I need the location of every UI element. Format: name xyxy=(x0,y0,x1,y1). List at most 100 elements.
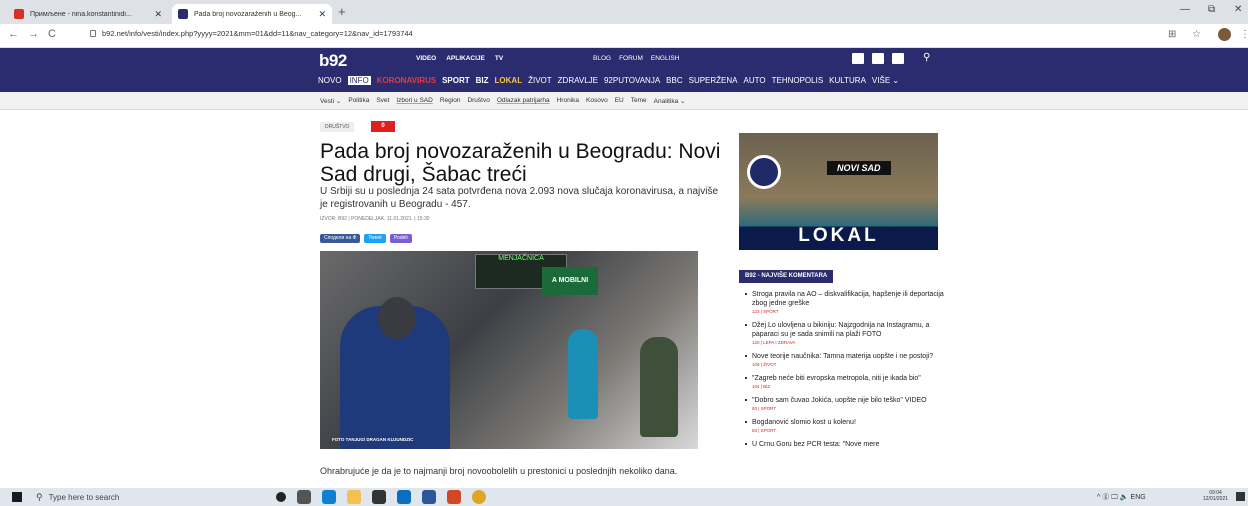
category-tag[interactable]: DRUŠTVO xyxy=(320,122,355,132)
cat-novo[interactable]: NOVO xyxy=(318,76,342,85)
cat-auto[interactable]: AUTO xyxy=(744,76,766,85)
list-item[interactable]: "Dobro sam čuvao Jokića, uopšte nije bil… xyxy=(745,396,945,411)
apps-link[interactable]: APLIKACIJE xyxy=(446,55,485,62)
cortana-icon[interactable] xyxy=(276,492,286,502)
sub-nav: Vesti ⌄ Politika Svet Izbori u SAD Regio… xyxy=(0,92,1248,110)
list-item[interactable]: U Crnu Goru bez PCR testa: "Nove mere xyxy=(745,440,945,449)
system-tray[interactable]: ^ ⓖ 🖵 🔈 ENG xyxy=(1097,492,1146,502)
close-window-button[interactable]: ✕ xyxy=(1234,4,1242,15)
taskbar-apps xyxy=(276,490,486,504)
menu-icon[interactable]: ⋮ xyxy=(1240,29,1248,40)
novi-sad-crest-icon xyxy=(747,155,781,189)
instagram-icon[interactable] xyxy=(892,53,904,64)
sub-vesti[interactable]: Vesti ⌄ xyxy=(320,97,341,105)
cat-superzena[interactable]: SUPERŽENA xyxy=(689,76,738,85)
top-links: VIDEO APLIKACIJE TV xyxy=(416,55,503,62)
b92-favicon xyxy=(178,9,188,19)
video-link[interactable]: VIDEO xyxy=(416,55,436,62)
cat-zivot[interactable]: ŽIVOT xyxy=(528,76,552,85)
most-commented-list: Stroga pravila na AO – diskvalifikacija,… xyxy=(745,290,945,456)
taskbar-clock[interactable]: 09:04 12/01/2021 xyxy=(1203,490,1228,502)
sub-odlazak-patrijarha[interactable]: Odlazak patrijarha xyxy=(497,97,550,105)
powerpoint-icon[interactable] xyxy=(447,490,461,504)
article-lead: U Srbiji su u poslednja 24 sata potvrđen… xyxy=(320,186,719,210)
tab-title: Примљене - nina.konstantinidi... xyxy=(30,10,132,18)
translate-icon[interactable]: ⊞ xyxy=(1168,29,1176,40)
search-icon: ⚲ xyxy=(36,491,43,502)
back-button[interactable]: ← xyxy=(8,28,19,40)
cat-zdravlje[interactable]: ZDRAVLJE xyxy=(558,76,598,85)
address-bar-row: ← → C b92.net/info/vesti/index.php?yyyy=… xyxy=(0,24,1248,48)
list-item[interactable]: Stroga pravila na AO – diskvalifikacija,… xyxy=(745,290,945,314)
notifications-icon[interactable] xyxy=(1236,492,1245,501)
word-icon[interactable] xyxy=(422,490,436,504)
viber-share-button[interactable]: Podeli xyxy=(389,234,412,243)
sub-teme[interactable]: Teme xyxy=(631,97,647,105)
english-link[interactable]: ENGLISH xyxy=(651,55,680,62)
tab-gmail[interactable]: Примљене - nina.konstantinidi... ✕ xyxy=(8,4,168,24)
task-view-icon[interactable] xyxy=(297,490,311,504)
comment-count-badge[interactable]: 0 xyxy=(371,121,395,132)
list-item[interactable]: "Zagreb neće biti evropska metropola, ni… xyxy=(745,374,945,389)
list-item[interactable]: Nove teorije naučnika: Tamna materija uo… xyxy=(745,352,945,367)
edge-icon[interactable] xyxy=(322,490,336,504)
windows-taskbar: ⚲ Type here to search ^ ⓖ 🖵 🔈 ENG 09:04 … xyxy=(0,488,1248,506)
tv-link[interactable]: TV xyxy=(495,55,503,62)
article-body: Ohrabrujuće je da je to najmanji broj no… xyxy=(320,466,678,476)
reload-button[interactable]: C xyxy=(48,28,56,40)
cat-tehnopolis[interactable]: TEHNOPOLIS xyxy=(772,76,824,85)
site-logo[interactable]: b92 xyxy=(319,51,347,71)
bookmark-star-icon[interactable]: ☆ xyxy=(1192,29,1201,40)
profile-avatar[interactable] xyxy=(1218,28,1231,41)
sub-drustvo[interactable]: Društvo xyxy=(467,97,489,105)
cat-lokal[interactable]: LOKAL xyxy=(495,76,523,85)
taskbar-search[interactable]: ⚲ Type here to search xyxy=(36,488,256,506)
new-tab-button[interactable]: + xyxy=(338,4,346,19)
sub-izbori-sad[interactable]: Izbori u SAD xyxy=(396,97,433,105)
sub-kosovo[interactable]: Kosovo xyxy=(586,97,608,105)
cat-sport[interactable]: SPORT xyxy=(442,76,470,85)
blog-link[interactable]: BLOG xyxy=(593,55,611,62)
chrome-icon[interactable] xyxy=(472,490,486,504)
browser-tab-bar: Примљене - nina.konstantinidi... ✕ Pada … xyxy=(0,0,1248,24)
facebook-icon[interactable] xyxy=(852,53,864,64)
share-buttons: Сподели на Ф Tweet Podeli xyxy=(320,234,412,243)
sub-region[interactable]: Region xyxy=(440,97,461,105)
sub-svet[interactable]: Svet xyxy=(376,97,389,105)
list-item[interactable]: Džej Lo ulovljena u bikiniju: Najzgodnij… xyxy=(745,321,945,345)
sub-eu[interactable]: EU xyxy=(615,97,624,105)
sub-politika[interactable]: Politika xyxy=(348,97,369,105)
cat-info[interactable]: INFO xyxy=(347,76,371,85)
sub-analitika[interactable]: Analitika ⌄ xyxy=(654,97,686,105)
shop-sign: A MOBILNI xyxy=(542,267,598,295)
article-meta: IZVOR: B92 | PONEDELJAK, 11.01.2021. | 1… xyxy=(320,216,430,222)
cat-koronavirus[interactable]: KORONAVIRUS xyxy=(377,76,436,85)
site-top-nav: b92 VIDEO APLIKACIJE TV BLOG FORUM ENGLI… xyxy=(0,48,1248,70)
cat-biz[interactable]: BIZ xyxy=(476,76,489,85)
minimize-button[interactable]: — xyxy=(1180,4,1190,15)
cat-bbc[interactable]: BBC xyxy=(666,76,682,85)
list-item[interactable]: Bogdanović slomio kost u kolenu! 83 | SP… xyxy=(745,418,945,433)
cat-vise[interactable]: VIŠE ⌄ xyxy=(872,76,899,85)
ad-city-label: NOVI SAD xyxy=(827,161,891,175)
file-explorer-icon[interactable] xyxy=(347,490,361,504)
store-icon[interactable] xyxy=(372,490,386,504)
twitter-icon[interactable] xyxy=(872,53,884,64)
url-field[interactable]: b92.net/info/vesti/index.php?yyyy=2021&m… xyxy=(90,29,413,38)
facebook-share-button[interactable]: Сподели на Ф xyxy=(320,234,361,243)
search-icon[interactable]: ⚲ xyxy=(923,52,930,63)
taskbar-search-placeholder: Type here to search xyxy=(48,492,120,502)
close-tab-icon[interactable]: ✕ xyxy=(154,9,162,20)
forum-link[interactable]: FORUM xyxy=(619,55,643,62)
sub-hronika[interactable]: Hronika xyxy=(557,97,579,105)
tab-b92-article[interactable]: Pada broj novozaraženih u Beog... ✕ xyxy=(172,4,332,24)
cat-92putovanja[interactable]: 92PUTOVANJA xyxy=(604,76,660,85)
forward-button[interactable]: → xyxy=(28,28,39,40)
restore-button[interactable]: ⧉ xyxy=(1208,4,1215,15)
tweet-button[interactable]: Tweet xyxy=(364,234,386,243)
windows-start-icon[interactable] xyxy=(12,492,22,502)
lokal-ad-banner[interactable]: NOVI SAD LOKAL xyxy=(739,133,938,250)
mail-icon[interactable] xyxy=(397,490,411,504)
cat-kultura[interactable]: KULTURA xyxy=(829,76,866,85)
close-tab-icon[interactable]: ✕ xyxy=(318,9,326,20)
